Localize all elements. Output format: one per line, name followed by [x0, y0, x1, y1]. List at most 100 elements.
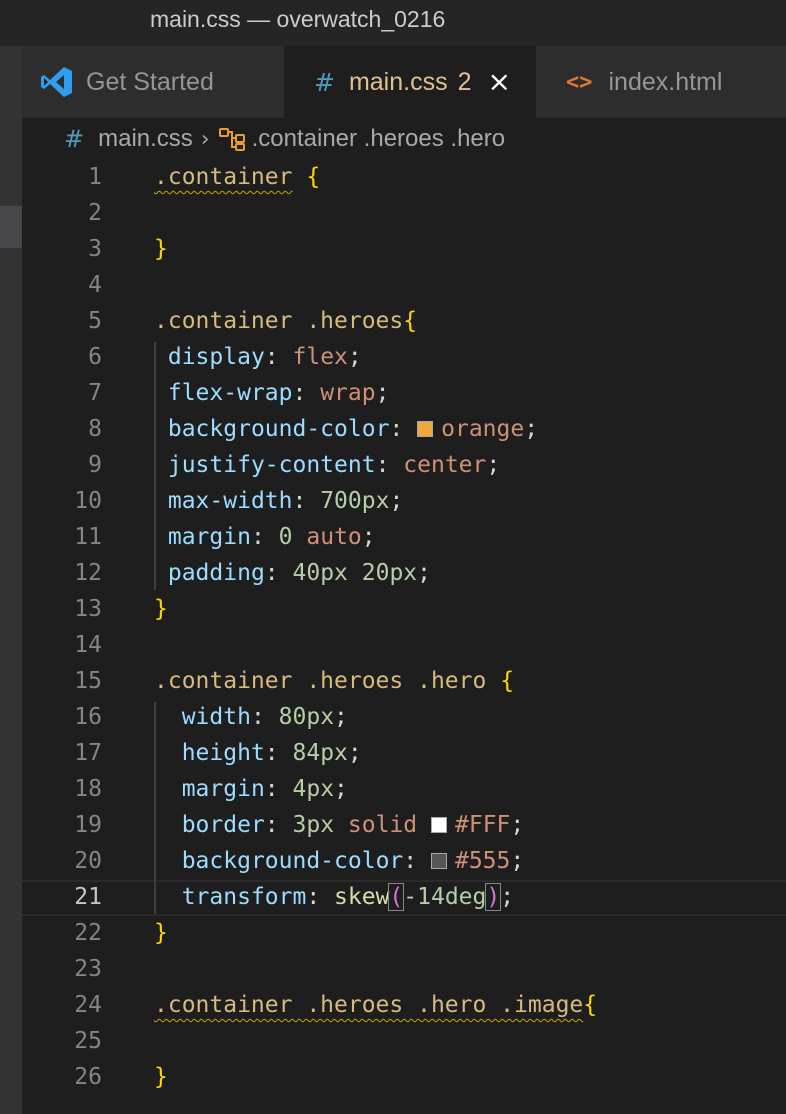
semicolon: ; [510, 848, 525, 874]
code-line[interactable]: 5 .container .heroes{ [22, 304, 786, 340]
code-text: transform: skew(-14deg); [154, 883, 514, 911]
line-number: 5 [88, 308, 102, 334]
code-line[interactable]: 25 [22, 1024, 786, 1060]
code-line[interactable]: 4 [22, 268, 786, 304]
css-number: 84px [292, 740, 348, 766]
css-selector: .container .heroes [154, 308, 404, 334]
code-line[interactable]: 11 margin: 0 auto; [22, 520, 786, 556]
css-property: padding [167, 560, 265, 586]
css-property: height [181, 740, 265, 766]
colon: : [292, 380, 321, 406]
code-line[interactable]: 10 max-width: 700px; [22, 484, 786, 520]
semicolon: ; [347, 740, 362, 766]
code-text: .container .heroes{ [154, 308, 417, 334]
css-number: 700px [320, 488, 390, 514]
close-brace: } [154, 236, 168, 262]
breadcrumb-symbol[interactable]: .container .heroes .hero [252, 125, 506, 153]
colon: : [250, 524, 279, 550]
code-line[interactable]: 19 border: 3px solid #FFF; [22, 808, 786, 844]
css-number: 0 [278, 524, 293, 550]
open-brace: { [486, 668, 515, 694]
code-line[interactable]: 24 .container .heroes .hero .image{ [22, 988, 786, 1024]
css-property: width [181, 704, 251, 730]
semicolon: ; [417, 560, 431, 586]
color-swatch-icon[interactable] [417, 421, 434, 437]
color-swatch-icon[interactable] [431, 817, 448, 833]
code-editor[interactable]: 1 .container {2 3} 4 5 .container .heroes{6 d… [22, 160, 786, 1114]
code-line[interactable]: 3} [22, 232, 786, 268]
code-line[interactable]: 8 background-color: orange; [22, 412, 786, 448]
breadcrumb: # main.css › .container .heroes .hero [22, 118, 786, 160]
code-line[interactable]: 14 [22, 628, 786, 664]
editor-tab-bar: Get Started # main.css 2 × <> index.html [22, 46, 786, 118]
code-text: padding: 40px 20px; [154, 560, 431, 586]
tab-main-css[interactable]: # main.css 2 × [284, 46, 536, 118]
line-number: 24 [74, 992, 102, 1018]
css-value: center [403, 452, 487, 478]
code-line[interactable]: 22} [22, 916, 786, 952]
tab-get-started[interactable]: Get Started [22, 46, 284, 118]
semicolon: ; [524, 416, 539, 442]
code-line-active[interactable]: 21 transform: skew(-14deg); [22, 880, 786, 916]
semicolon: ; [334, 776, 348, 802]
open-brace: { [403, 308, 418, 334]
line-number: 1 [88, 164, 102, 190]
line-number: 22 [74, 920, 102, 946]
code-line[interactable]: 9 justify-content: center; [22, 448, 786, 484]
css-property: background-color [167, 416, 390, 442]
breadcrumb-file[interactable]: main.css [98, 125, 193, 153]
colon: : [264, 560, 293, 586]
code-line[interactable]: 23 [22, 952, 786, 988]
code-line[interactable]: 16 width: 80px; [22, 700, 786, 736]
vscode-logo-icon [41, 67, 72, 97]
code-line[interactable]: 18 margin: 4px; [22, 772, 786, 808]
code-text: justify-content: center; [154, 452, 500, 478]
css-number: 3px [292, 812, 335, 838]
css-hash-icon: # [64, 125, 85, 153]
code-text: .container { [154, 164, 320, 190]
line-number: 16 [74, 704, 102, 730]
semicolon: ; [510, 812, 525, 838]
line-number: 15 [74, 668, 102, 694]
code-text: background-color: orange; [154, 416, 538, 442]
tab-index-html[interactable]: <> index.html [536, 46, 786, 118]
line-number: 23 [74, 956, 102, 982]
css-property: flex-wrap [167, 380, 293, 406]
code-text: .container .heroes .hero .image{ [154, 992, 597, 1018]
line-number: 14 [74, 632, 102, 658]
code-text: max-width: 700px; [154, 488, 403, 514]
semicolon: ; [361, 524, 376, 550]
colon: : [264, 344, 293, 370]
code-line[interactable]: 6 display: flex; [22, 340, 786, 376]
line-number: 13 [74, 596, 102, 622]
code-line[interactable]: 15 .container .heroes .hero { [22, 664, 786, 700]
code-line[interactable]: 1 .container { [22, 160, 786, 196]
line-number: 9 [88, 452, 102, 478]
html-brackets-icon: <> [566, 69, 593, 95]
code-line[interactable]: 13} [22, 592, 786, 628]
code-text: } [154, 596, 168, 622]
code-line[interactable]: 12 padding: 40px 20px; [22, 556, 786, 592]
colon: : [389, 416, 418, 442]
code-line[interactable]: 26} [22, 1060, 786, 1096]
color-swatch-icon[interactable] [430, 853, 447, 869]
indent-guide [154, 702, 156, 914]
line-number: 18 [74, 776, 102, 802]
code-line[interactable]: 7 flex-wrap: wrap; [22, 376, 786, 412]
code-line[interactable]: 20 background-color: #555; [22, 844, 786, 880]
line-number: 3 [88, 236, 102, 262]
colon: : [292, 488, 321, 514]
close-brace: } [154, 920, 168, 946]
line-number: 7 [88, 380, 102, 406]
code-text: background-color: #555; [154, 848, 525, 874]
css-property: justify-content [167, 452, 376, 478]
colon: : [375, 452, 404, 478]
code-text: display: flex; [154, 344, 362, 370]
line-number: 12 [74, 560, 102, 586]
css-property: display [167, 344, 265, 370]
semicolon: ; [486, 452, 501, 478]
code-line[interactable]: 17 height: 84px; [22, 736, 786, 772]
colon: : [264, 812, 293, 838]
code-line[interactable]: 2 [22, 196, 786, 232]
close-icon[interactable]: × [488, 68, 511, 96]
